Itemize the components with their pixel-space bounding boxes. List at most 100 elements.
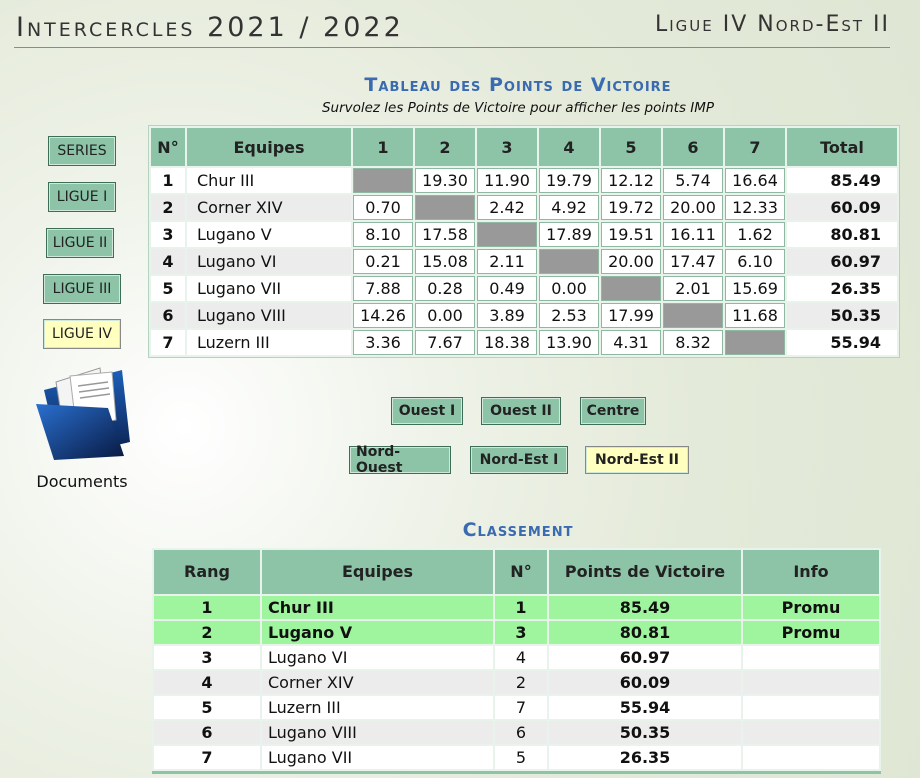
vp-score-cell[interactable]: 15.08 xyxy=(415,249,475,274)
ranking-points: 26.35 xyxy=(549,746,741,769)
vp-score-cell[interactable]: 7.88 xyxy=(353,276,413,301)
vp-score-cell[interactable]: 8.32 xyxy=(663,330,723,355)
ranking-info: Promu xyxy=(743,596,879,619)
vp-score-cell[interactable]: 15.69 xyxy=(725,276,785,301)
vp-score-cell[interactable]: 5.74 xyxy=(663,168,723,193)
vp-total: 50.35 xyxy=(787,303,897,328)
sidebar-ligue-ii-button[interactable]: LIGUE II xyxy=(46,228,114,258)
vp-team-name: Lugano VII xyxy=(187,276,351,301)
vp-score-cell[interactable]: 0.28 xyxy=(415,276,475,301)
group-nord-est-i-button[interactable]: Nord-Est I xyxy=(470,446,568,474)
documents-label: Documents xyxy=(36,472,128,491)
vp-row: 1 Chur III 19.30 11.90 19.79 12.12 5.74 16.64 85… xyxy=(151,168,897,193)
ranking-row: 3 Lugano VI 4 60.97 xyxy=(154,646,879,669)
group-nord-est-ii-button[interactable]: Nord-Est II xyxy=(585,446,689,474)
vp-score-cell[interactable]: 12.12 xyxy=(601,168,661,193)
ranking-points: 60.09 xyxy=(549,671,741,694)
vp-score-cell[interactable]: 8.10 xyxy=(353,222,413,247)
vp-score-cell xyxy=(539,249,599,274)
vp-score-cell[interactable]: 2.42 xyxy=(477,195,537,220)
vp-score-cell[interactable]: 17.58 xyxy=(415,222,475,247)
vp-score-cell[interactable]: 13.90 xyxy=(539,330,599,355)
vp-score-cell[interactable]: 16.11 xyxy=(663,222,723,247)
vp-score-cell[interactable]: 2.11 xyxy=(477,249,537,274)
ranking-team-number: 2 xyxy=(495,671,547,694)
vp-score-cell[interactable]: 17.47 xyxy=(663,249,723,274)
vp-table-subtitle: Survolez les Points de Victoire pour aff… xyxy=(321,100,715,116)
vp-score-cell[interactable]: 19.30 xyxy=(415,168,475,193)
ranking-info xyxy=(743,646,879,669)
ranking-row: 5 Luzern III 7 55.94 xyxy=(154,696,879,719)
vp-team-number: 5 xyxy=(151,276,185,301)
vp-score-cell[interactable]: 19.79 xyxy=(539,168,599,193)
vp-total: 80.81 xyxy=(787,222,897,247)
ranking-header-num: N° xyxy=(495,550,547,594)
vp-header-4: 4 xyxy=(539,128,599,166)
group-ouest-ii-button[interactable]: Ouest II xyxy=(481,397,561,425)
vp-score-cell[interactable]: 14.26 xyxy=(353,303,413,328)
vp-score-cell[interactable]: 0.49 xyxy=(477,276,537,301)
ranking-info xyxy=(743,671,879,694)
ranking-info xyxy=(743,696,879,719)
ranking-row: 4 Corner XIV 2 60.09 xyxy=(154,671,879,694)
ranking-team-number: 6 xyxy=(495,721,547,744)
sidebar-ligue-i-button[interactable]: LIGUE I xyxy=(48,182,116,212)
vp-team-name: Chur III xyxy=(187,168,351,193)
vp-header-1: 1 xyxy=(353,128,413,166)
ranking-header-points: Points de Victoire xyxy=(549,550,741,594)
ranking-team: Lugano VI xyxy=(262,646,493,669)
sidebar-ligue-iv-button[interactable]: LIGUE IV xyxy=(43,319,121,349)
sidebar-ligue-iii-button[interactable]: LIGUE III xyxy=(43,274,121,304)
documents-link[interactable]: Documents xyxy=(28,362,136,491)
vp-score-cell xyxy=(353,168,413,193)
vp-score-cell[interactable]: 19.72 xyxy=(601,195,661,220)
vp-table: N° Equipes 1 2 3 4 5 6 7 Total 1 Chur III… xyxy=(148,125,900,358)
vp-score-cell[interactable]: 11.90 xyxy=(477,168,537,193)
vp-score-cell[interactable]: 0.00 xyxy=(539,276,599,301)
vp-score-cell[interactable]: 2.01 xyxy=(663,276,723,301)
folder-icon xyxy=(36,367,130,460)
vp-score-cell[interactable]: 2.53 xyxy=(539,303,599,328)
header-divider xyxy=(14,47,890,48)
group-centre-button[interactable]: Centre xyxy=(580,397,646,425)
vp-score-cell[interactable]: 12.33 xyxy=(725,195,785,220)
vp-total: 26.35 xyxy=(787,276,897,301)
vp-header-3: 3 xyxy=(477,128,537,166)
vp-score-cell[interactable]: 19.51 xyxy=(601,222,661,247)
vp-score-cell[interactable]: 3.36 xyxy=(353,330,413,355)
ranking-team-number: 5 xyxy=(495,746,547,769)
vp-score-cell[interactable]: 16.64 xyxy=(725,168,785,193)
vp-row: 3 Lugano V 8.10 17.58 17.89 19.51 16.11 1.62 80.… xyxy=(151,222,897,247)
ranking-team: Lugano VIII xyxy=(262,721,493,744)
vp-score-cell[interactable]: 6.10 xyxy=(725,249,785,274)
vp-score-cell[interactable]: 18.38 xyxy=(477,330,537,355)
vp-team-number: 6 xyxy=(151,303,185,328)
vp-score-cell[interactable]: 4.92 xyxy=(539,195,599,220)
vp-score-cell[interactable]: 17.99 xyxy=(601,303,661,328)
vp-score-cell[interactable]: 0.00 xyxy=(415,303,475,328)
group-nord-ouest-button[interactable]: Nord-Ouest xyxy=(349,444,451,476)
ranking-header-row: Rang Equipes N° Points de Victoire Info xyxy=(154,550,879,594)
vp-score-cell[interactable]: 0.21 xyxy=(353,249,413,274)
group-ouest-i-button[interactable]: Ouest I xyxy=(391,397,463,425)
ranking-row: 1 Chur III 1 85.49 Promu xyxy=(154,596,879,619)
vp-row: 4 Lugano VI 0.21 15.08 2.11 20.00 17.47 6.10 60.… xyxy=(151,249,897,274)
vp-score-cell[interactable]: 20.00 xyxy=(663,195,723,220)
vp-score-cell[interactable]: 20.00 xyxy=(601,249,661,274)
vp-score-cell[interactable]: 4.31 xyxy=(601,330,661,355)
ranking-rank: 4 xyxy=(154,671,260,694)
vp-score-cell xyxy=(477,222,537,247)
vp-score-cell[interactable]: 17.89 xyxy=(539,222,599,247)
vp-score-cell[interactable]: 7.67 xyxy=(415,330,475,355)
vp-score-cell[interactable]: 0.70 xyxy=(353,195,413,220)
vp-team-number: 7 xyxy=(151,330,185,355)
vp-score-cell[interactable]: 1.62 xyxy=(725,222,785,247)
sidebar-series-button[interactable]: SERIES xyxy=(48,136,116,166)
ranking-rank: 2 xyxy=(154,621,260,644)
vp-team-name: Luzern III xyxy=(187,330,351,355)
vp-score-cell[interactable]: 11.68 xyxy=(725,303,785,328)
ranking-info: Promu xyxy=(743,621,879,644)
vp-score-cell[interactable]: 3.89 xyxy=(477,303,537,328)
vp-header-teams: Equipes xyxy=(187,128,351,166)
ranking-team-number: 3 xyxy=(495,621,547,644)
